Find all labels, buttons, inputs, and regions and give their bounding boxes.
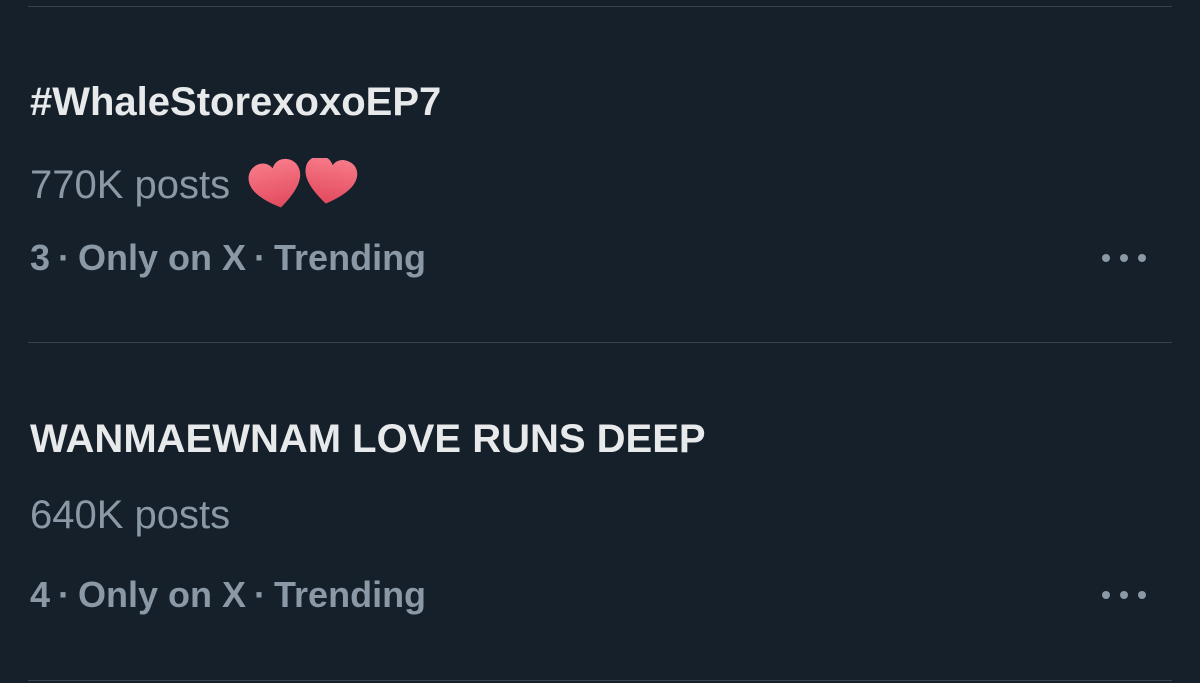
trend-post-count: 770K posts bbox=[30, 158, 360, 212]
trend-title[interactable]: #WhaleStorexoxoEP7 bbox=[30, 82, 441, 122]
trend-context: Only on X bbox=[78, 237, 247, 278]
trend-title[interactable]: WANMAEWNAM LOVE RUNS DEEP bbox=[30, 419, 706, 459]
meta-separator: · bbox=[58, 237, 71, 278]
trend-post-count: 640K posts bbox=[30, 495, 230, 535]
more-dot-icon bbox=[1102, 591, 1110, 599]
trend-rank: 3 bbox=[30, 237, 51, 278]
divider bbox=[28, 342, 1172, 343]
more-dot-icon bbox=[1120, 591, 1128, 599]
trend-meta: 3 · Only on X · Trending bbox=[30, 240, 426, 276]
more-options-button[interactable] bbox=[1102, 587, 1146, 603]
two-hearts-icon bbox=[248, 158, 360, 212]
trend-meta: 4 · Only on X · Trending bbox=[30, 577, 426, 613]
more-dot-icon bbox=[1102, 254, 1110, 262]
trend-context: Only on X bbox=[78, 574, 247, 615]
meta-separator: · bbox=[254, 574, 267, 615]
divider bbox=[28, 680, 1172, 681]
more-options-button[interactable] bbox=[1102, 250, 1146, 266]
more-dot-icon bbox=[1138, 591, 1146, 599]
meta-separator: · bbox=[254, 237, 267, 278]
more-dot-icon bbox=[1120, 254, 1128, 262]
divider bbox=[28, 6, 1172, 7]
post-count-text: 640K posts bbox=[30, 493, 231, 537]
meta-separator: · bbox=[58, 574, 71, 615]
trend-rank: 4 bbox=[30, 574, 51, 615]
trend-status: Trending bbox=[274, 237, 427, 278]
more-dot-icon bbox=[1138, 254, 1146, 262]
post-count-text: 770K posts bbox=[30, 163, 231, 207]
trend-status: Trending bbox=[274, 574, 427, 615]
